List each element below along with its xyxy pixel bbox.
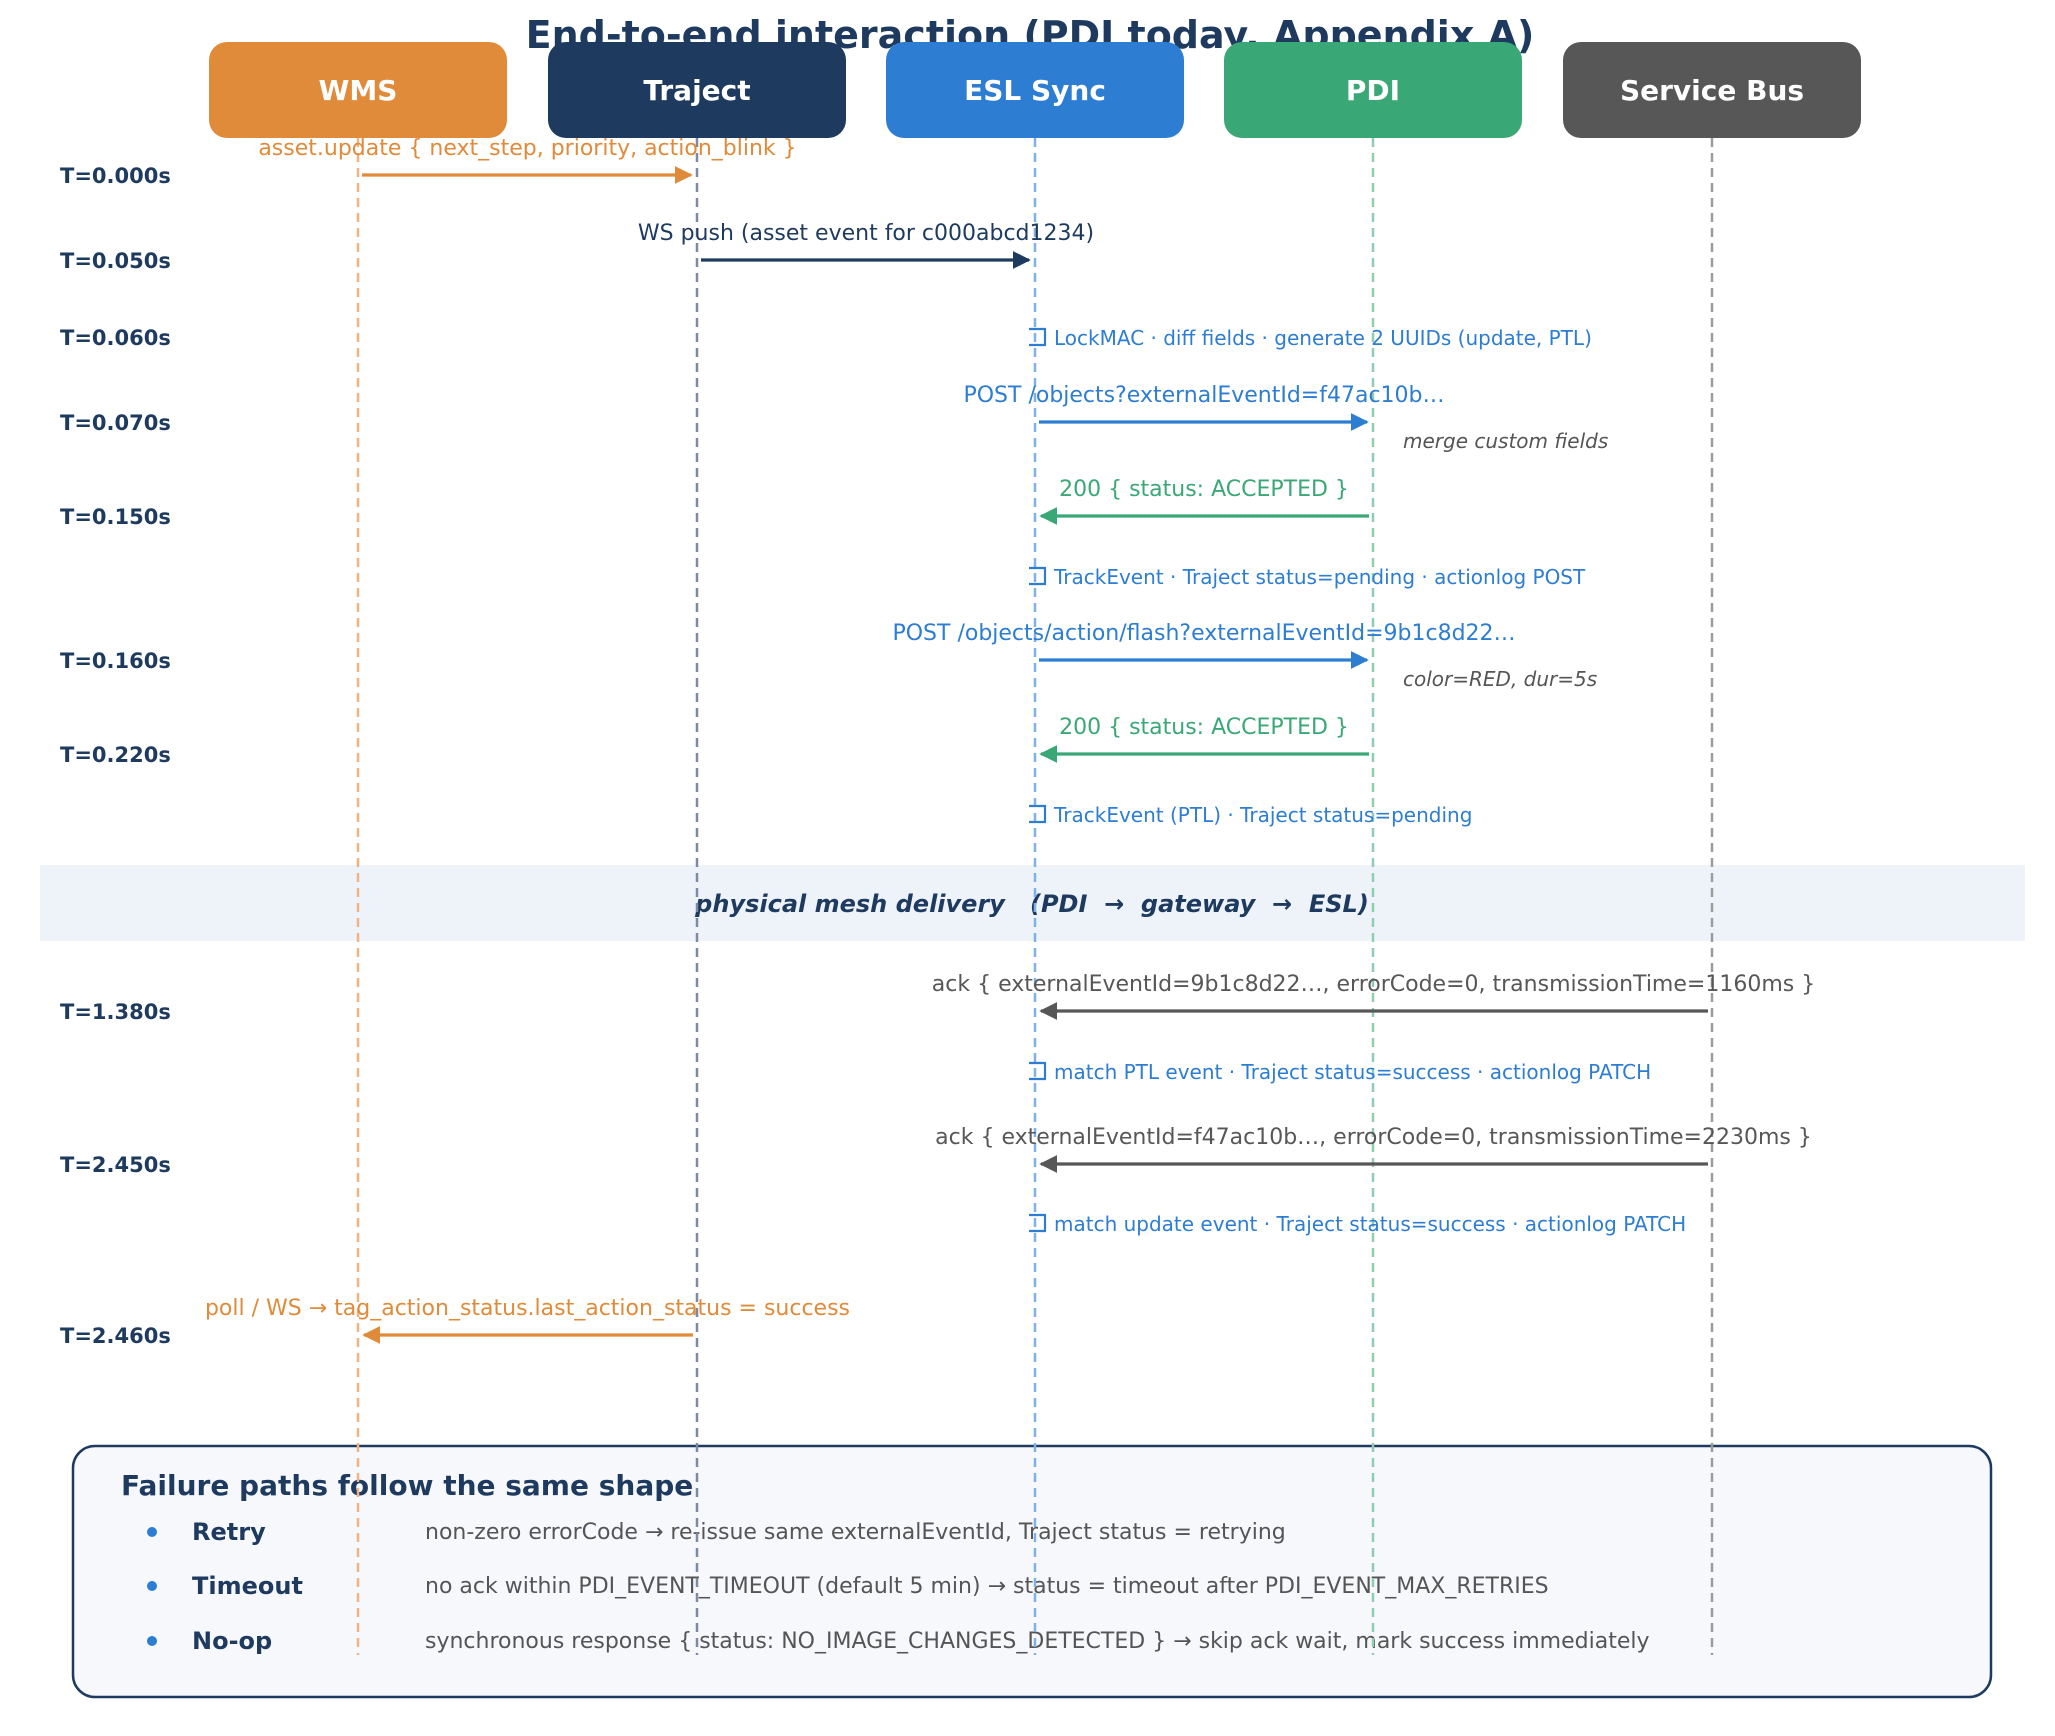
actor-label: PDI: [1346, 74, 1400, 107]
actor-service-bus: Service Bus: [1563, 42, 1861, 138]
time-label: T=0.060s: [60, 326, 171, 350]
actor-esl-sync: ESL Sync: [886, 42, 1184, 138]
mesh-delivery-band: physical mesh delivery (PDI → gateway → …: [40, 865, 2025, 941]
time-label: T=0.070s: [60, 411, 171, 435]
message-side-note: color=RED, dur=5s: [1403, 667, 1597, 691]
process-note: match update event · Traject status=succ…: [1029, 1212, 1686, 1236]
note-label: TrackEvent (PTL) · Traject status=pendin…: [1053, 803, 1472, 827]
message-label: poll / WS → tag_action_status.last_actio…: [205, 1296, 850, 1321]
mesh-delivery-label: physical mesh delivery (PDI → gateway → …: [694, 890, 1369, 918]
message-label: ack { externalEventId=f47ac10b…, errorCo…: [935, 1125, 1812, 1150]
actor-label: WMS: [319, 74, 398, 107]
message: T=1.380s ack { externalEventId=9b1c8d22…,…: [60, 972, 1815, 1024]
time-label: T=0.050s: [60, 249, 171, 273]
actor-label: Traject: [643, 74, 750, 107]
time-label: T=1.380s: [60, 1000, 171, 1024]
actor-traject: Traject: [548, 42, 846, 138]
message: T=0.150s 200 { status: ACCEPTED }: [60, 477, 1369, 529]
message: T=0.070s POST /objects?externalEventId=f4…: [60, 383, 1608, 453]
message-side-note: merge custom fields: [1403, 429, 1608, 453]
time-label: T=0.220s: [60, 743, 171, 767]
time-label: T=2.460s: [60, 1324, 171, 1348]
message-label: POST /objects?externalEventId=f47ac10b…: [963, 383, 1444, 408]
message: T=2.450s ack { externalEventId=f47ac10b…,…: [60, 1125, 1812, 1177]
self-loop-icon: [1029, 1061, 1047, 1081]
bullet-icon: [147, 1636, 157, 1646]
time-label: T=0.000s: [60, 164, 171, 188]
process-note: match PTL event · Traject status=success…: [1029, 1060, 1651, 1084]
note-label: TrackEvent · Traject status=pending · ac…: [1053, 565, 1586, 589]
note-label: LockMAC · diff fields · generate 2 UUIDs…: [1054, 326, 1592, 350]
self-loop-icon: [1029, 1213, 1047, 1233]
failure-item-desc: synchronous response { status: NO_IMAGE_…: [425, 1629, 1650, 1654]
self-loop-icon: [1029, 327, 1047, 347]
time-label: T=0.150s: [60, 505, 171, 529]
note-label: match update event · Traject status=succ…: [1054, 1212, 1686, 1236]
process-note: T=0.060s LockMAC · diff fields · generate…: [60, 326, 1592, 350]
failure-item-name: Retry: [192, 1518, 266, 1546]
message: T=0.000s asset.update { next_step, priori…: [60, 136, 797, 188]
failure-paths-box: Failure paths follow the same shape Retr…: [71, 1444, 1993, 1699]
note-label: match PTL event · Traject status=success…: [1054, 1060, 1651, 1084]
message: T=2.460s poll / WS → tag_action_status.la…: [60, 1296, 850, 1348]
self-loop-icon: [1029, 566, 1047, 586]
message: T=0.160s POST /objects/action/flash?exter…: [60, 621, 1597, 691]
self-loop-icon: [1029, 804, 1047, 824]
time-label: T=0.160s: [60, 649, 171, 673]
message-label: ack { externalEventId=9b1c8d22…, errorCo…: [932, 972, 1815, 997]
failure-item-name: Timeout: [192, 1572, 303, 1600]
process-note: TrackEvent (PTL) · Traject status=pendin…: [1029, 803, 1472, 827]
actor-pdi: PDI: [1224, 42, 1522, 138]
failure-item-name: No-op: [192, 1627, 272, 1655]
failure-item-desc: no ack within PDI_EVENT_TIMEOUT (default…: [425, 1574, 1549, 1599]
message-label: 200 { status: ACCEPTED }: [1059, 477, 1349, 502]
process-note: TrackEvent · Traject status=pending · ac…: [1029, 565, 1586, 589]
actor-label: Service Bus: [1620, 74, 1804, 107]
sequence-diagram: End-to-end interaction (PDI today, Appen…: [40, 13, 2025, 1699]
message-label: WS push (asset event for c000abcd1234): [638, 221, 1094, 246]
time-label: T=2.450s: [60, 1153, 171, 1177]
message-label: 200 { status: ACCEPTED }: [1059, 715, 1349, 740]
bullet-icon: [147, 1527, 157, 1537]
message: T=0.050s WS push (asset event for c000abc…: [60, 221, 1094, 273]
message: T=0.220s 200 { status: ACCEPTED }: [60, 715, 1369, 767]
bullet-icon: [147, 1581, 157, 1591]
message-label: POST /objects/action/flash?externalEvent…: [892, 621, 1515, 646]
actor-label: ESL Sync: [964, 74, 1106, 107]
failure-paths-title: Failure paths follow the same shape: [121, 1469, 693, 1502]
timeline-events: T=0.000s asset.update { next_step, priori…: [60, 136, 1815, 1348]
actor-headers: WMS Traject ESL Sync PDI Service Bus: [209, 42, 1861, 138]
failure-item-desc: non-zero errorCode → re-issue same exter…: [425, 1520, 1286, 1545]
message-label: asset.update { next_step, priority, acti…: [258, 136, 796, 161]
actor-wms: WMS: [209, 42, 507, 138]
